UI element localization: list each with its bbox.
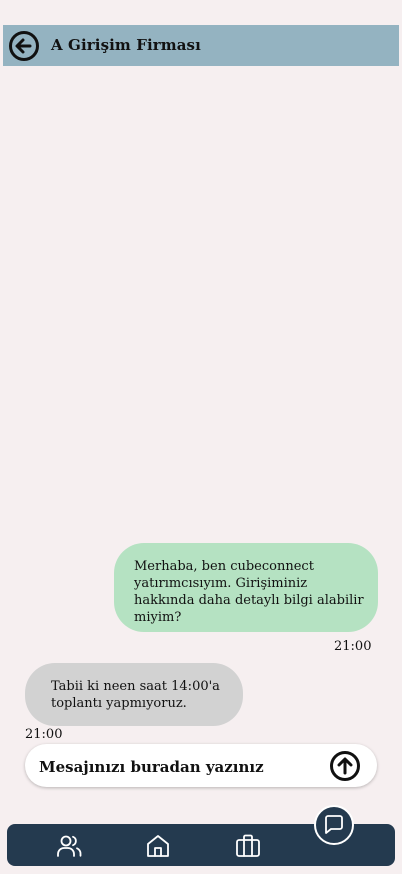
incoming-message-text: Tabii ki neen saat 14:00'a toplantı yapm… xyxy=(51,679,220,711)
users-icon xyxy=(57,835,82,857)
nav-item-home[interactable] xyxy=(144,832,172,860)
arrow-left-circle-icon xyxy=(9,31,39,61)
briefcase-icon xyxy=(236,834,260,857)
send-button[interactable] xyxy=(329,750,361,782)
chat-fab-button[interactable] xyxy=(314,805,354,845)
chat-title: A Girişim Firması xyxy=(51,36,201,54)
incoming-message-time: 21:00 xyxy=(25,727,63,742)
header-bar: A Girişim Firması xyxy=(3,25,399,66)
chat-bubble-icon xyxy=(325,815,343,834)
outgoing-message-bubble: Merhaba, ben cubeconnect yatırımcısıyım.… xyxy=(114,543,378,632)
back-button[interactable] xyxy=(8,30,40,62)
nav-item-portfolio[interactable] xyxy=(234,832,262,860)
home-icon xyxy=(147,835,169,857)
nav-item-users[interactable] xyxy=(55,832,83,860)
arrow-up-circle-icon xyxy=(330,751,360,781)
outgoing-message-time: 21:00 xyxy=(334,639,372,654)
message-input[interactable] xyxy=(37,755,321,779)
incoming-message-bubble: Tabii ki neen saat 14:00'a toplantı yapm… xyxy=(25,663,243,726)
message-composer xyxy=(25,744,377,787)
outgoing-message-text: Merhaba, ben cubeconnect yatırımcısıyım.… xyxy=(134,559,364,625)
